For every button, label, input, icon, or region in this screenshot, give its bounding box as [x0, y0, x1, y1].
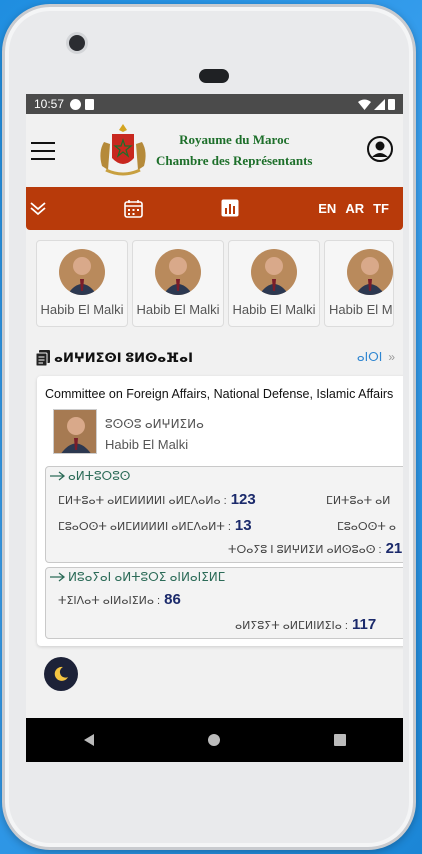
president-photo [53, 409, 97, 454]
phone-frame: 10:57 Royaume du Maroc Chambre des Repré… [2, 4, 416, 850]
section-title: ⴰⵍⵖⵍⵉⵙⵏ ⵓⵍⵙⴰⴼⴰⵏ [54, 350, 193, 365]
title-line-1: Royaume du Maroc [179, 132, 290, 147]
stat-item: ⴰⵍⵢⵓⵢⵜ ⴰⵍⵎⵍⵏⵍⵉⵏⴰ :117 [235, 616, 377, 633]
system-nav-bar [26, 718, 403, 762]
coat-of-arms-logo [100, 124, 146, 176]
president-name: Habib El Malki [105, 437, 189, 452]
lang-tf[interactable]: TF [373, 201, 389, 216]
member-photo [347, 249, 393, 295]
see-more-link[interactable]: ⴰⵏⵔⵏ » [357, 350, 395, 364]
double-chevron-down-icon[interactable] [30, 200, 46, 216]
members-carousel: Habib El Malki Habib El Malki Habib El M… [26, 230, 403, 327]
double-chevron-right-icon: » [388, 350, 395, 364]
calendar-icon[interactable] [124, 199, 143, 218]
status-bar: 10:57 [26, 94, 403, 114]
stat-item: ⵎⵓⴰⵔⵙⵜ ⴰⵍⵎⵍⵍⵍⵍⵏ ⴰⵍⵎⴷⴰⵍⵜ :13 [58, 517, 252, 534]
member-photo [251, 249, 297, 295]
sd-card-icon [85, 98, 95, 110]
stat-item: ⵜⵉⵏⴷⴰⵜ ⴰⵏⵍⴰⵏⵉⵍⴰ :86 [58, 591, 181, 608]
stats-box-activity: ⵍⵓⴰⵢⴰⵏ ⴰⵍⵜⵓⵔⵉ ⴰⵏⵍⴰⵏⵉⵍⵎ ⵜⵉⵏⴷⴰⵜ ⴰⵏⵍⴰⵏⵉⵍⴰ :… [45, 567, 403, 639]
section-header: ⴰⵍⵖⵍⵉⵙⵏ ⵓⵍⵙⴰⴼⴰⵏ ⴰⵏⵔⵏ » [26, 348, 403, 368]
member-name: Habib El Malki [136, 302, 220, 317]
wifi-icon [358, 99, 371, 110]
member-name: Habib El Malki [40, 302, 124, 317]
box-heading: ⴰⵍⵜⵓⵔⵓⵙ [68, 469, 131, 483]
member-card[interactable]: Habib El Malki [324, 240, 394, 327]
member-card[interactable]: Habib El Malki [228, 240, 320, 327]
dark-mode-toggle[interactable] [44, 657, 78, 691]
stats-box-members: ⴰⵍⵜⵓⵔⵓⵙ ⵎⵍⵜⵓⴰⵜ ⴰⵍⵎⵍⵍⵍⵍⵏ ⴰⵍⵎⴷⴰⵍⴰ :123 ⵎⵍⵜ… [45, 466, 403, 563]
moon-icon [54, 666, 68, 681]
member-photo [155, 249, 201, 295]
notification-icon [70, 98, 82, 110]
arrow-right-icon [50, 471, 66, 481]
lang-en[interactable]: EN [318, 201, 336, 216]
stat-item: ⵎⵓⴰⵔⵙⵜ ⴰ [337, 521, 397, 533]
president-role: ⵓⵙⵙⵓ ⴰⵍⵖⵍⵉⵍⴰ [105, 417, 204, 431]
stat-item: ⵎⵍⵜⵓⴰⵜ ⴰⵍ [326, 495, 391, 507]
title-line-2: Chambre des Représentants [156, 153, 313, 168]
lang-ar[interactable]: AR [345, 201, 364, 216]
recents-icon[interactable] [333, 733, 347, 747]
account-icon[interactable] [367, 136, 393, 162]
member-card[interactable]: Habib El Malki [132, 240, 224, 327]
committee-card[interactable]: Committee on Foreign Affairs, National D… [37, 376, 403, 646]
member-name: Habib El Malki [232, 302, 316, 317]
arrow-right-icon [50, 572, 66, 582]
bar-chart-icon[interactable] [221, 199, 239, 217]
clock: 10:57 [34, 97, 65, 111]
home-icon[interactable] [207, 733, 221, 747]
stat-item: ⵎⵍⵜⵓⴰⵜ ⴰⵍⵎⵍⵍⵍⵍⵏ ⴰⵍⵎⴷⴰⵍⴰ :123 [58, 491, 256, 508]
back-icon[interactable] [82, 733, 96, 747]
app-screen: 10:57 Royaume du Maroc Chambre des Repré… [26, 94, 403, 762]
stat-item: ⵜⵔⴰⵢⵓ ⵏ ⵓⵍⵖⵍⵉⵍ ⴰⵍⵙⵓⴰⵙ :21 [228, 540, 403, 557]
committee-title: Committee on Foreign Affairs, National D… [45, 387, 394, 401]
document-icon [36, 350, 50, 366]
app-header: Royaume du Maroc Chambre des Représentan… [26, 114, 403, 187]
member-card[interactable]: Habib El Malki [36, 240, 128, 327]
language-switcher: EN AR TF [318, 201, 389, 216]
menu-icon[interactable] [31, 141, 55, 160]
signal-icon [374, 98, 385, 110]
battery-icon [388, 99, 395, 110]
brand: Royaume du Maroc Chambre des Représentan… [96, 122, 312, 178]
member-photo [59, 249, 105, 295]
member-name: Habib El Malki [329, 302, 393, 317]
toolbar: EN AR TF [26, 187, 403, 230]
front-camera [69, 35, 85, 51]
box-heading: ⵍⵓⴰⵢⴰⵏ ⴰⵍⵜⵓⵔⵉ ⴰⵏⵍⴰⵏⵉⵍⵎ [68, 570, 226, 584]
see-more-label: ⴰⵏⵔⵏ [356, 350, 383, 364]
earpiece-speaker [199, 69, 229, 83]
